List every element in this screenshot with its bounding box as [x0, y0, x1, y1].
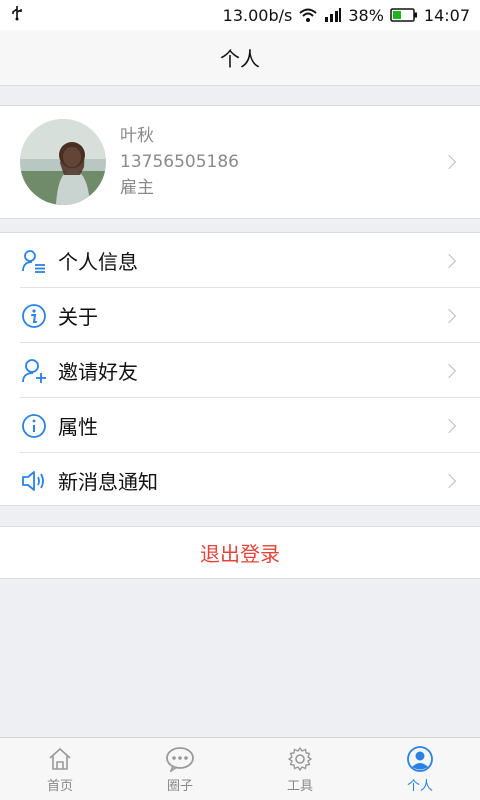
chevron-right-icon [441, 473, 457, 488]
profile-role: 雇主 [120, 178, 154, 198]
speaker-icon [20, 467, 48, 495]
battery-percent: 38% [348, 5, 384, 25]
home-icon [47, 745, 73, 773]
menu-item-invite-friends[interactable]: 邀请好友 [0, 343, 480, 398]
profile-card[interactable]: 叶秋 13756505186 雇主 [0, 105, 480, 219]
chevron-right-icon [441, 308, 457, 323]
gear-icon [287, 745, 313, 773]
page-header: 个人 [0, 30, 480, 86]
usb-icon [10, 5, 24, 25]
menu-item-personal-info[interactable]: 个人信息 [0, 233, 480, 288]
info-circle-icon [20, 302, 48, 330]
menu-item-about[interactable]: 关于 [0, 288, 480, 343]
tab-home[interactable]: 首页 [0, 738, 120, 800]
chevron-right-icon [441, 363, 457, 378]
menu-item-label: 个人信息 [58, 250, 138, 274]
chevron-right-icon [441, 253, 457, 268]
profile-name: 叶秋 [120, 126, 154, 146]
user-info-icon [20, 247, 48, 275]
avatar [20, 119, 106, 205]
tab-label: 圈子 [166, 778, 193, 794]
add-user-icon [20, 357, 48, 385]
tab-bar: 首页 圈子 工具 个人 [0, 737, 480, 800]
person-icon [407, 745, 433, 773]
chevron-right-icon [441, 154, 457, 170]
info-circle-icon [20, 412, 48, 440]
logout-label: 退出登录 [200, 542, 280, 566]
menu-item-label: 关于 [58, 305, 98, 329]
chat-bubble-icon [165, 745, 195, 773]
menu-item-label: 属性 [58, 415, 98, 439]
clock: 14:07 [423, 5, 470, 25]
menu-item-label: 新消息通知 [58, 470, 158, 494]
tab-tools[interactable]: 工具 [240, 738, 360, 800]
menu-item-notifications[interactable]: 新消息通知 [0, 453, 480, 508]
chevron-right-icon [441, 418, 457, 433]
battery-icon [390, 7, 418, 23]
page-title: 个人 [220, 47, 260, 71]
signal-icon [324, 7, 342, 23]
tab-label: 首页 [46, 778, 73, 794]
tab-label: 个人 [406, 778, 433, 794]
status-bar: 13.00b/s 38% 14:07 [0, 0, 480, 30]
tab-circle[interactable]: 圈子 [120, 738, 240, 800]
menu-item-properties[interactable]: 属性 [0, 398, 480, 453]
network-speed: 13.00b/s [222, 5, 293, 25]
logout-button[interactable]: 退出登录 [0, 526, 480, 579]
tab-personal[interactable]: 个人 [360, 738, 480, 800]
wifi-icon [298, 7, 318, 23]
menu-item-label: 邀请好友 [58, 360, 138, 384]
settings-menu: 个人信息 关于 邀请好友 属性 新消息通知 [0, 232, 480, 506]
tab-label: 工具 [286, 778, 313, 794]
profile-phone: 13756505186 [120, 152, 239, 172]
